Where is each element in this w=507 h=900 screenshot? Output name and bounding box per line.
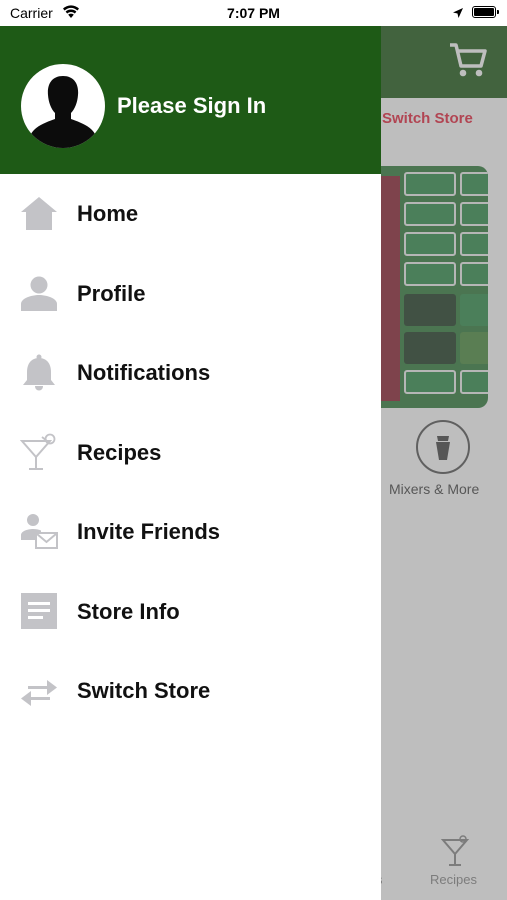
battery-icon (472, 6, 499, 18)
menu-item-invite-friends[interactable]: Invite Friends (0, 492, 381, 572)
menu-item-notifications[interactable]: Notifications (0, 333, 381, 413)
switch-arrows-icon (21, 680, 57, 706)
invite-friends-icon (21, 514, 58, 549)
home-icon (21, 197, 57, 230)
status-bar: Carrier 7:07 PM (0, 0, 507, 26)
menu-item-recipes[interactable]: Recipes (0, 413, 381, 493)
menu-item-label: Profile (77, 280, 146, 306)
bell-icon (23, 354, 55, 391)
clock: 7:07 PM (227, 5, 280, 21)
drawer-menu: Home Profile Notifications Recipes Invit… (0, 174, 381, 731)
drawer-header[interactable]: Please Sign In (0, 26, 381, 174)
menu-item-label: Notifications (77, 360, 211, 385)
sign-in-label[interactable]: Please Sign In (117, 93, 266, 119)
menu-item-label: Store Info (77, 598, 180, 624)
menu-item-label: Invite Friends (77, 519, 221, 544)
menu-item-label: Home (77, 201, 139, 226)
menu-item-profile[interactable]: Profile (0, 254, 381, 334)
document-icon (21, 592, 57, 629)
menu-item-switch-store[interactable]: Switch Store (0, 651, 381, 731)
menu-item-store-info[interactable]: Store Info (0, 572, 381, 652)
user-silhouette-icon (30, 76, 96, 148)
profile-icon (21, 276, 57, 311)
cocktail-icon (20, 433, 56, 470)
location-arrow-icon (453, 8, 463, 18)
navigation-drawer: Please Sign In Home Profile Notification… (0, 26, 381, 900)
menu-item-home[interactable]: Home (0, 174, 381, 254)
avatar[interactable] (21, 64, 105, 148)
menu-item-label: Switch Store (77, 678, 211, 703)
menu-item-label: Recipes (77, 439, 162, 465)
